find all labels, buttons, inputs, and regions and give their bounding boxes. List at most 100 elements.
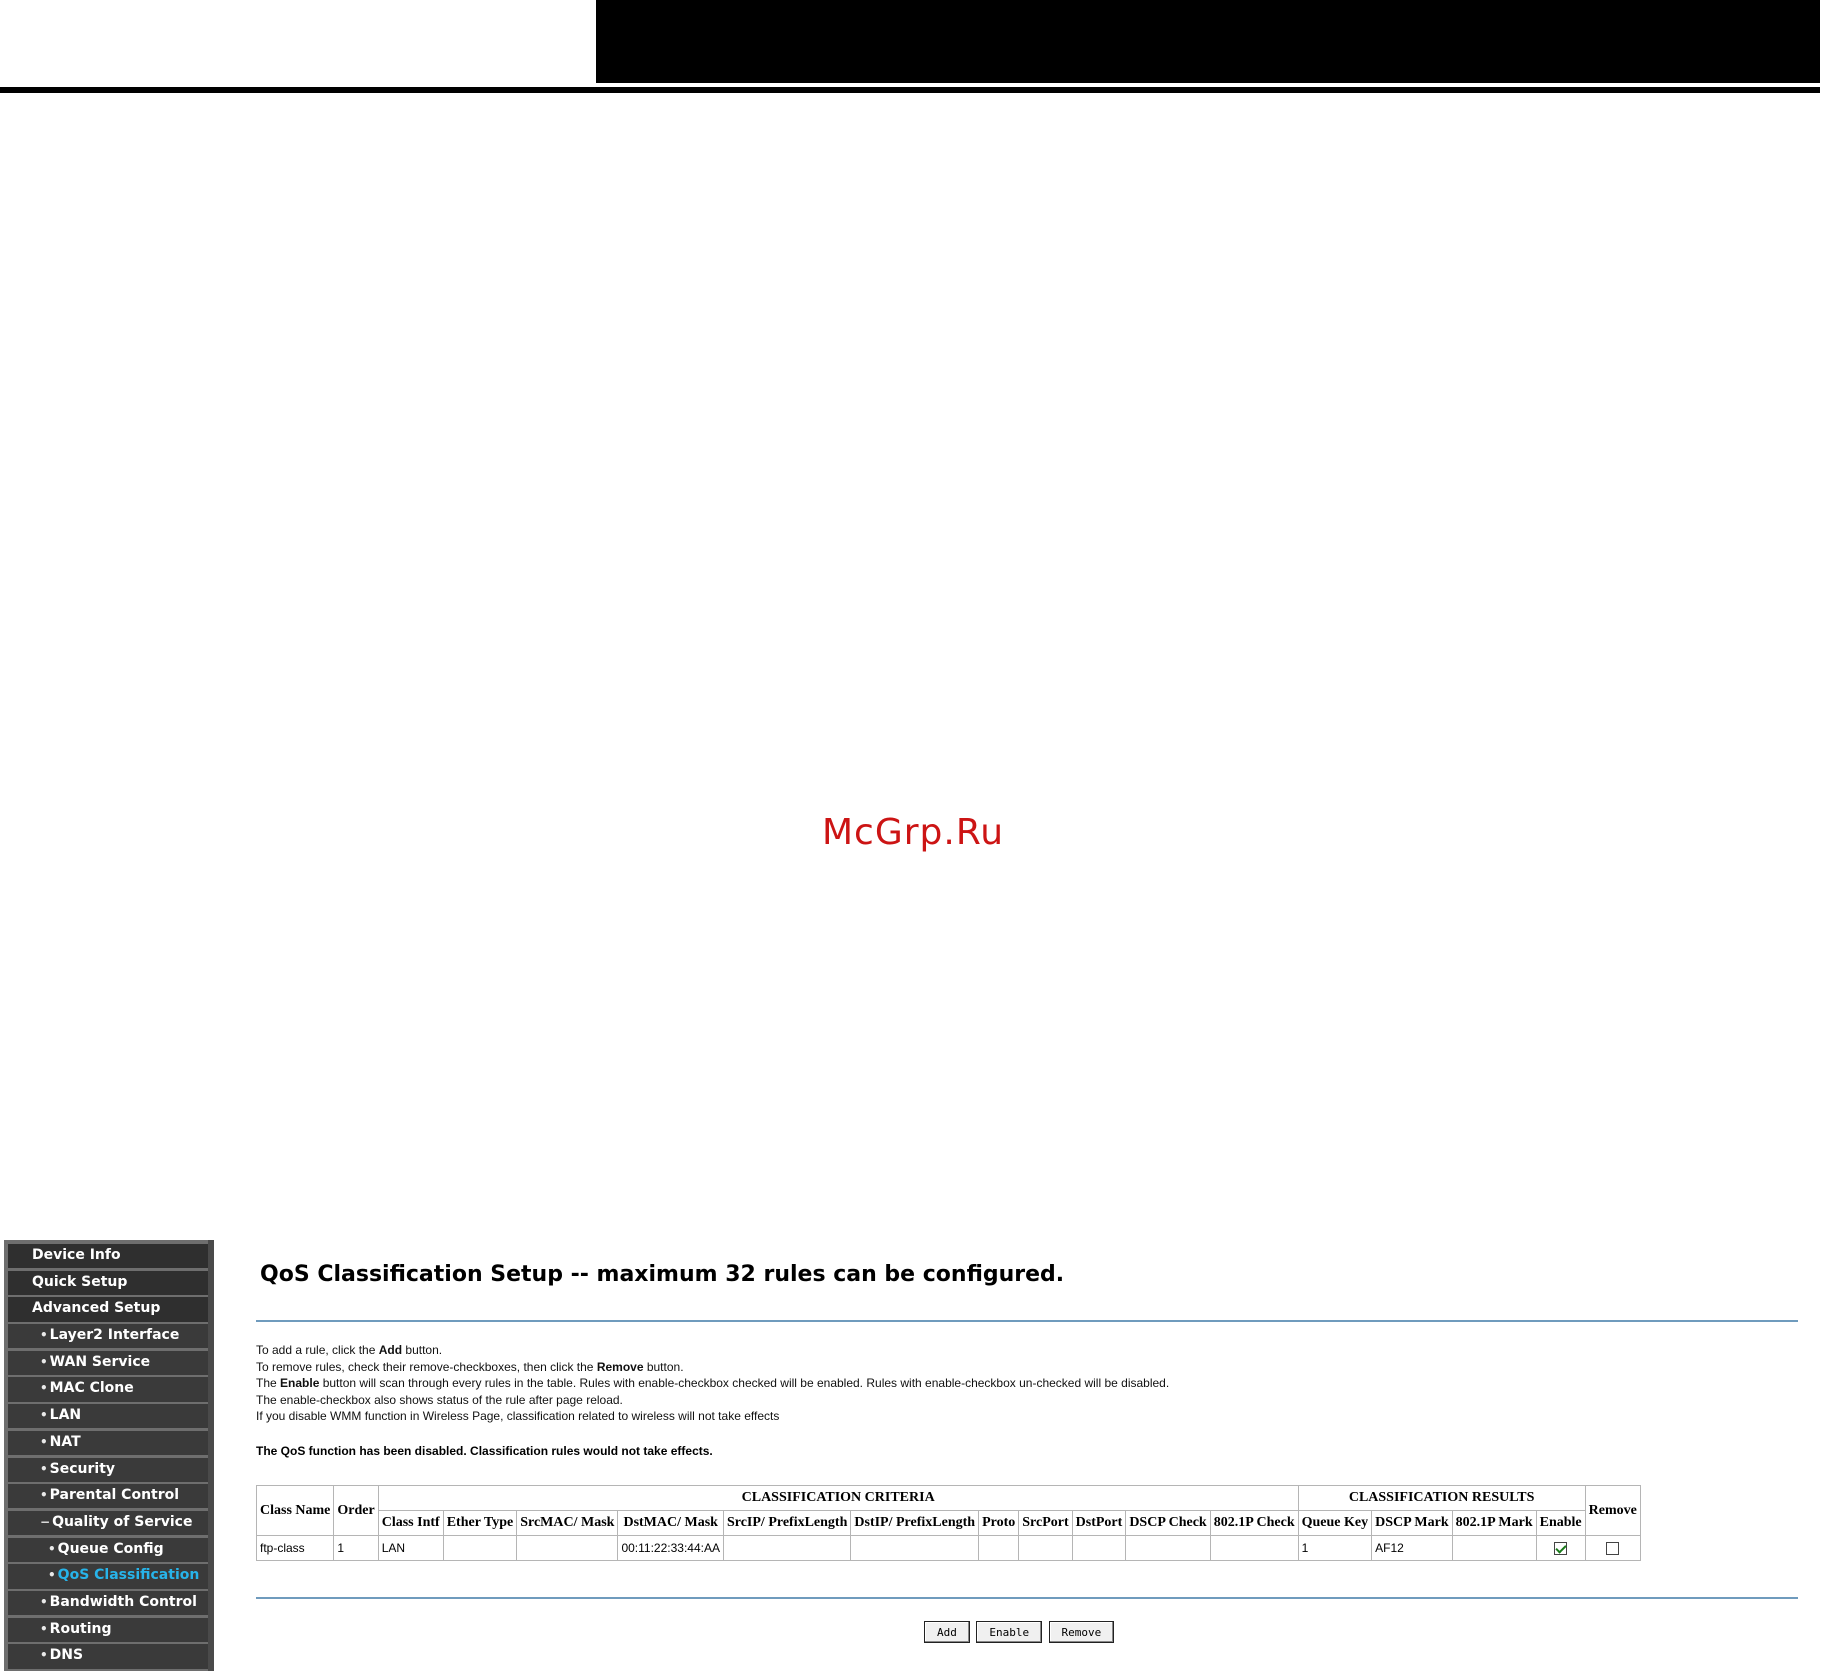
header-result-column: 802.1P Mark bbox=[1451, 1510, 1537, 1536]
header-criteria-column: DstMAC/ Mask bbox=[617, 1510, 724, 1536]
header-class-name: Class Name bbox=[255, 1485, 335, 1536]
divider-top bbox=[256, 1320, 1798, 1322]
sidebar-edge bbox=[208, 1240, 214, 1671]
bullet-icon: • bbox=[40, 1328, 48, 1343]
bullet-icon: • bbox=[40, 1434, 48, 1449]
instructions: To add a rule, click the Add button. To … bbox=[256, 1342, 1169, 1425]
sidebar-item-nat[interactable]: • NAT bbox=[8, 1430, 208, 1456]
sidebar-item-label: Layer2 Interface bbox=[49, 1327, 180, 1344]
manual-header-bar bbox=[596, 0, 1820, 83]
cell-criteria bbox=[1071, 1535, 1127, 1561]
sidebar-item-label: LAN bbox=[49, 1407, 82, 1424]
header-group-results: CLASSIFICATION RESULTS bbox=[1297, 1485, 1586, 1511]
sidebar-item-label: DNS bbox=[49, 1647, 84, 1664]
header-criteria-column: SrcIP/ PrefixLength bbox=[722, 1510, 852, 1536]
header-criteria-column: 802.1P Check bbox=[1209, 1510, 1299, 1536]
bullet-icon: • bbox=[40, 1408, 48, 1423]
table-body: ftp-class 1 LAN 00:11:22:33:44:AA 1 AF12 bbox=[255, 1535, 1641, 1561]
sidebar-item-label: Routing bbox=[49, 1620, 112, 1637]
remove-cell bbox=[1584, 1535, 1641, 1561]
sidebar-item-label: QoS Classification bbox=[57, 1567, 200, 1584]
instruction-remove: To remove rules, check their remove-chec… bbox=[256, 1359, 684, 1374]
bullet-icon: • bbox=[48, 1568, 56, 1583]
sidebar-item-quality-of-service[interactable]: − Quality of Service bbox=[8, 1510, 208, 1536]
qos-disabled-warning: The QoS function has been disabled. Clas… bbox=[256, 1444, 713, 1458]
sidebar-item-label: Quality of Service bbox=[52, 1513, 193, 1530]
sidebar-item-label: Queue Config bbox=[57, 1540, 164, 1557]
sidebar-item-security[interactable]: • Security bbox=[8, 1457, 208, 1482]
remove-button[interactable]: Remove bbox=[1048, 1621, 1115, 1643]
add-button[interactable]: Add bbox=[924, 1621, 970, 1643]
cell-criteria bbox=[516, 1535, 619, 1561]
header-criteria-column: Proto bbox=[978, 1510, 1020, 1536]
header-criteria-column: DSCP Check bbox=[1125, 1510, 1211, 1536]
sidebar-nav: Device Info Quick Setup Advanced Setup • Lay… bbox=[8, 1244, 208, 1671]
cell-criteria: 00:11:22:33:44:AA bbox=[617, 1535, 724, 1561]
cell-criteria bbox=[1018, 1535, 1073, 1561]
cell-class-name: ftp-class bbox=[255, 1535, 335, 1561]
classification-table: Class Name Order CLASSIFICATION CRITERIA… bbox=[255, 1485, 1641, 1561]
sidebar-item-label: WAN Service bbox=[49, 1353, 151, 1370]
sidebar-item-device-info[interactable]: Device Info bbox=[8, 1244, 208, 1269]
sidebar-item-label: Quick Setup bbox=[32, 1273, 128, 1290]
sidebar-item-lan[interactable]: • LAN bbox=[8, 1404, 208, 1429]
sidebar-item-parental-control[interactable]: • Parental Control bbox=[8, 1484, 208, 1509]
bullet-icon: • bbox=[40, 1461, 48, 1476]
page-title: QoS Classification Setup -- maximum 32 r… bbox=[260, 1262, 1065, 1287]
header-result-column: DSCP Mark bbox=[1371, 1510, 1453, 1536]
instruction-status: The enable-checkbox also shows status of… bbox=[256, 1392, 623, 1407]
instruction-enable: The Enable button will scan through ever… bbox=[256, 1376, 1170, 1390]
sidebar-item-queue-config[interactable]: • Queue Config bbox=[8, 1537, 208, 1562]
sidebar-item-wan-service[interactable]: • WAN Service bbox=[8, 1350, 208, 1376]
cell-criteria: LAN bbox=[377, 1535, 444, 1561]
table-row: ftp-class 1 LAN 00:11:22:33:44:AA 1 AF12 bbox=[255, 1535, 1641, 1561]
sidebar-item-advanced-setup[interactable]: Advanced Setup bbox=[8, 1297, 208, 1322]
header-result-column: Queue Key bbox=[1297, 1510, 1373, 1536]
header-remove: Remove bbox=[1584, 1485, 1641, 1536]
bullet-icon: • bbox=[40, 1488, 48, 1503]
cell-result bbox=[1451, 1535, 1537, 1561]
router-screenshot: Device Info Quick Setup Advanced Setup • Lay… bbox=[4, 1240, 1802, 1671]
sidebar-item-bandwidth-control[interactable]: • Bandwidth Control bbox=[8, 1590, 208, 1616]
remove-checkbox[interactable] bbox=[1606, 1542, 1620, 1556]
cell-criteria bbox=[1125, 1535, 1211, 1561]
content-area: QoS Classification Setup -- maximum 32 r… bbox=[224, 1240, 1802, 1671]
sidebar-item-label: Device Info bbox=[32, 1247, 121, 1263]
instruction-add: To add a rule, click the Add button. bbox=[256, 1343, 443, 1357]
header-criteria-column: DstPort bbox=[1071, 1510, 1127, 1536]
sidebar-item-layer2-interface[interactable]: • Layer2 Interface bbox=[8, 1324, 208, 1349]
bullet-icon: • bbox=[40, 1354, 48, 1369]
sidebar-item-dns[interactable]: • DNS bbox=[8, 1644, 208, 1669]
header-criteria-column: SrcPort bbox=[1018, 1510, 1073, 1536]
sidebar-item-mac-clone[interactable]: • MAC Clone bbox=[8, 1377, 208, 1402]
watermark: McGrp.Ru bbox=[821, 812, 1005, 853]
collapse-icon: − bbox=[40, 1514, 51, 1529]
header-criteria-column: Ether Type bbox=[442, 1510, 518, 1536]
bullet-icon: • bbox=[40, 1621, 48, 1636]
sidebar-item-quick-setup[interactable]: Quick Setup bbox=[8, 1270, 208, 1295]
cell-result: 1 bbox=[1297, 1535, 1373, 1561]
sidebar-item-label: Bandwidth Control bbox=[49, 1593, 197, 1610]
header-criteria-column: DstIP/ PrefixLength bbox=[850, 1510, 980, 1536]
instruction-wmm: If you disable WMM function in Wireless … bbox=[256, 1409, 780, 1423]
sidebar-item-routing[interactable]: • Routing bbox=[8, 1617, 208, 1642]
enable-button[interactable]: Enable bbox=[976, 1621, 1043, 1643]
enable-checkbox[interactable] bbox=[1554, 1542, 1568, 1556]
sidebar-item-label: Advanced Setup bbox=[32, 1300, 161, 1317]
bullet-icon: • bbox=[40, 1594, 48, 1609]
sidebar-item-label: Security bbox=[49, 1460, 116, 1477]
header-criteria-column: SrcMAC/ Mask bbox=[516, 1510, 619, 1536]
cell-criteria bbox=[722, 1535, 852, 1561]
sidebar-item-label: MAC Clone bbox=[49, 1380, 134, 1397]
cell-criteria bbox=[850, 1535, 980, 1561]
divider-bottom bbox=[256, 1597, 1798, 1599]
cell-result: AF12 bbox=[1371, 1535, 1453, 1561]
sidebar-item-qos-classification[interactable]: • QoS Classification bbox=[8, 1564, 208, 1589]
bullet-icon: • bbox=[40, 1648, 48, 1663]
header-criteria-column: Class Intf bbox=[377, 1510, 444, 1536]
manual-header-rule bbox=[0, 87, 1820, 93]
cell-criteria bbox=[1209, 1535, 1299, 1561]
header-order: Order bbox=[333, 1485, 379, 1536]
bullet-icon: • bbox=[40, 1381, 48, 1396]
header-group-criteria: CLASSIFICATION CRITERIA bbox=[377, 1485, 1299, 1511]
